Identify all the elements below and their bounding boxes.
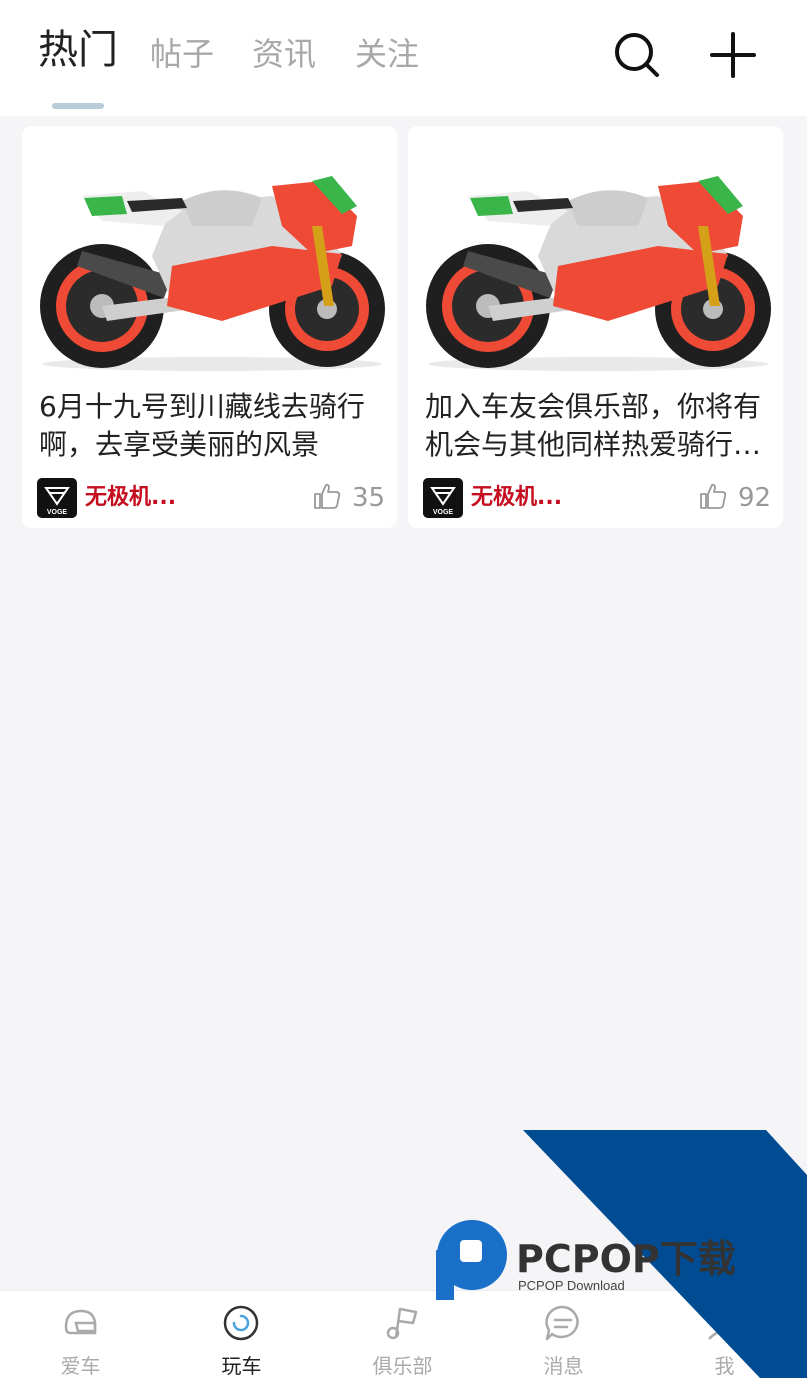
svg-text:VOGE: VOGE	[47, 509, 68, 516]
top-bar: 热门 帖子 资讯 关注	[0, 0, 807, 116]
post-card[interactable]: aprilia 加入车友会俱乐部，你将有机会与其他同样热爱骑行的朋友 VOGE …	[408, 126, 783, 528]
nav-item-club[interactable]: 俱乐部	[322, 1291, 483, 1378]
motorcycle-image: aprilia	[408, 126, 783, 376]
svg-text:VOGE: VOGE	[433, 509, 454, 516]
author-name[interactable]: 无极机...	[85, 482, 176, 514]
author-logo-icon: VOGE	[37, 478, 77, 518]
bottom-nav: 爱车 玩车 俱乐部 消息 我	[0, 1290, 807, 1378]
tab-follow[interactable]: 关注	[355, 30, 419, 78]
nav-label: 玩车	[221, 1354, 262, 1378]
nav-item-messages[interactable]: 消息	[483, 1291, 644, 1378]
nav-label: 爱车	[60, 1354, 101, 1378]
author-name[interactable]: 无极机...	[471, 482, 562, 514]
tab-news[interactable]: 资讯	[252, 30, 316, 78]
nav-label: 俱乐部	[372, 1354, 433, 1378]
tab-posts[interactable]: 帖子	[150, 30, 214, 78]
nav-item-play[interactable]: 玩车	[161, 1291, 322, 1378]
post-title[interactable]: 6月十九号到川藏线去骑行啊，去享受美丽的风景	[39, 388, 379, 464]
person-icon	[708, 1307, 740, 1340]
flag-icon	[386, 1307, 418, 1340]
svg-text:aprilia: aprilia	[167, 319, 202, 334]
tab-indicator	[52, 103, 104, 109]
feed: aprilia 6月十九号到川藏线去骑行啊，去享受美丽的风景 VOGE 无极机.…	[0, 116, 807, 1290]
tab-hot[interactable]: 热门	[38, 26, 118, 74]
motorcycle-image: aprilia	[22, 126, 397, 376]
thumbs-up-icon[interactable]	[698, 481, 728, 511]
post-card[interactable]: aprilia 6月十九号到川藏线去骑行啊，去享受美丽的风景 VOGE 无极机.…	[22, 126, 397, 528]
nav-item-car[interactable]: 爱车	[0, 1291, 161, 1378]
helmet-icon	[64, 1309, 97, 1335]
nav-label: 我	[714, 1354, 735, 1378]
author-logo-icon: VOGE	[423, 478, 463, 518]
search-icon[interactable]	[610, 28, 664, 82]
wheel-icon	[223, 1305, 259, 1341]
post-title[interactable]: 加入车友会俱乐部，你将有机会与其他同样热爱骑行的朋友	[425, 388, 765, 464]
nav-item-me[interactable]: 我	[644, 1291, 805, 1378]
like-count: 92	[738, 483, 772, 513]
plus-icon[interactable]	[706, 28, 760, 82]
thumbs-up-icon[interactable]	[312, 481, 342, 511]
svg-text:aprilia: aprilia	[553, 319, 588, 334]
like-count: 35	[352, 483, 386, 513]
chat-icon	[545, 1305, 579, 1341]
nav-label: 消息	[543, 1354, 584, 1378]
